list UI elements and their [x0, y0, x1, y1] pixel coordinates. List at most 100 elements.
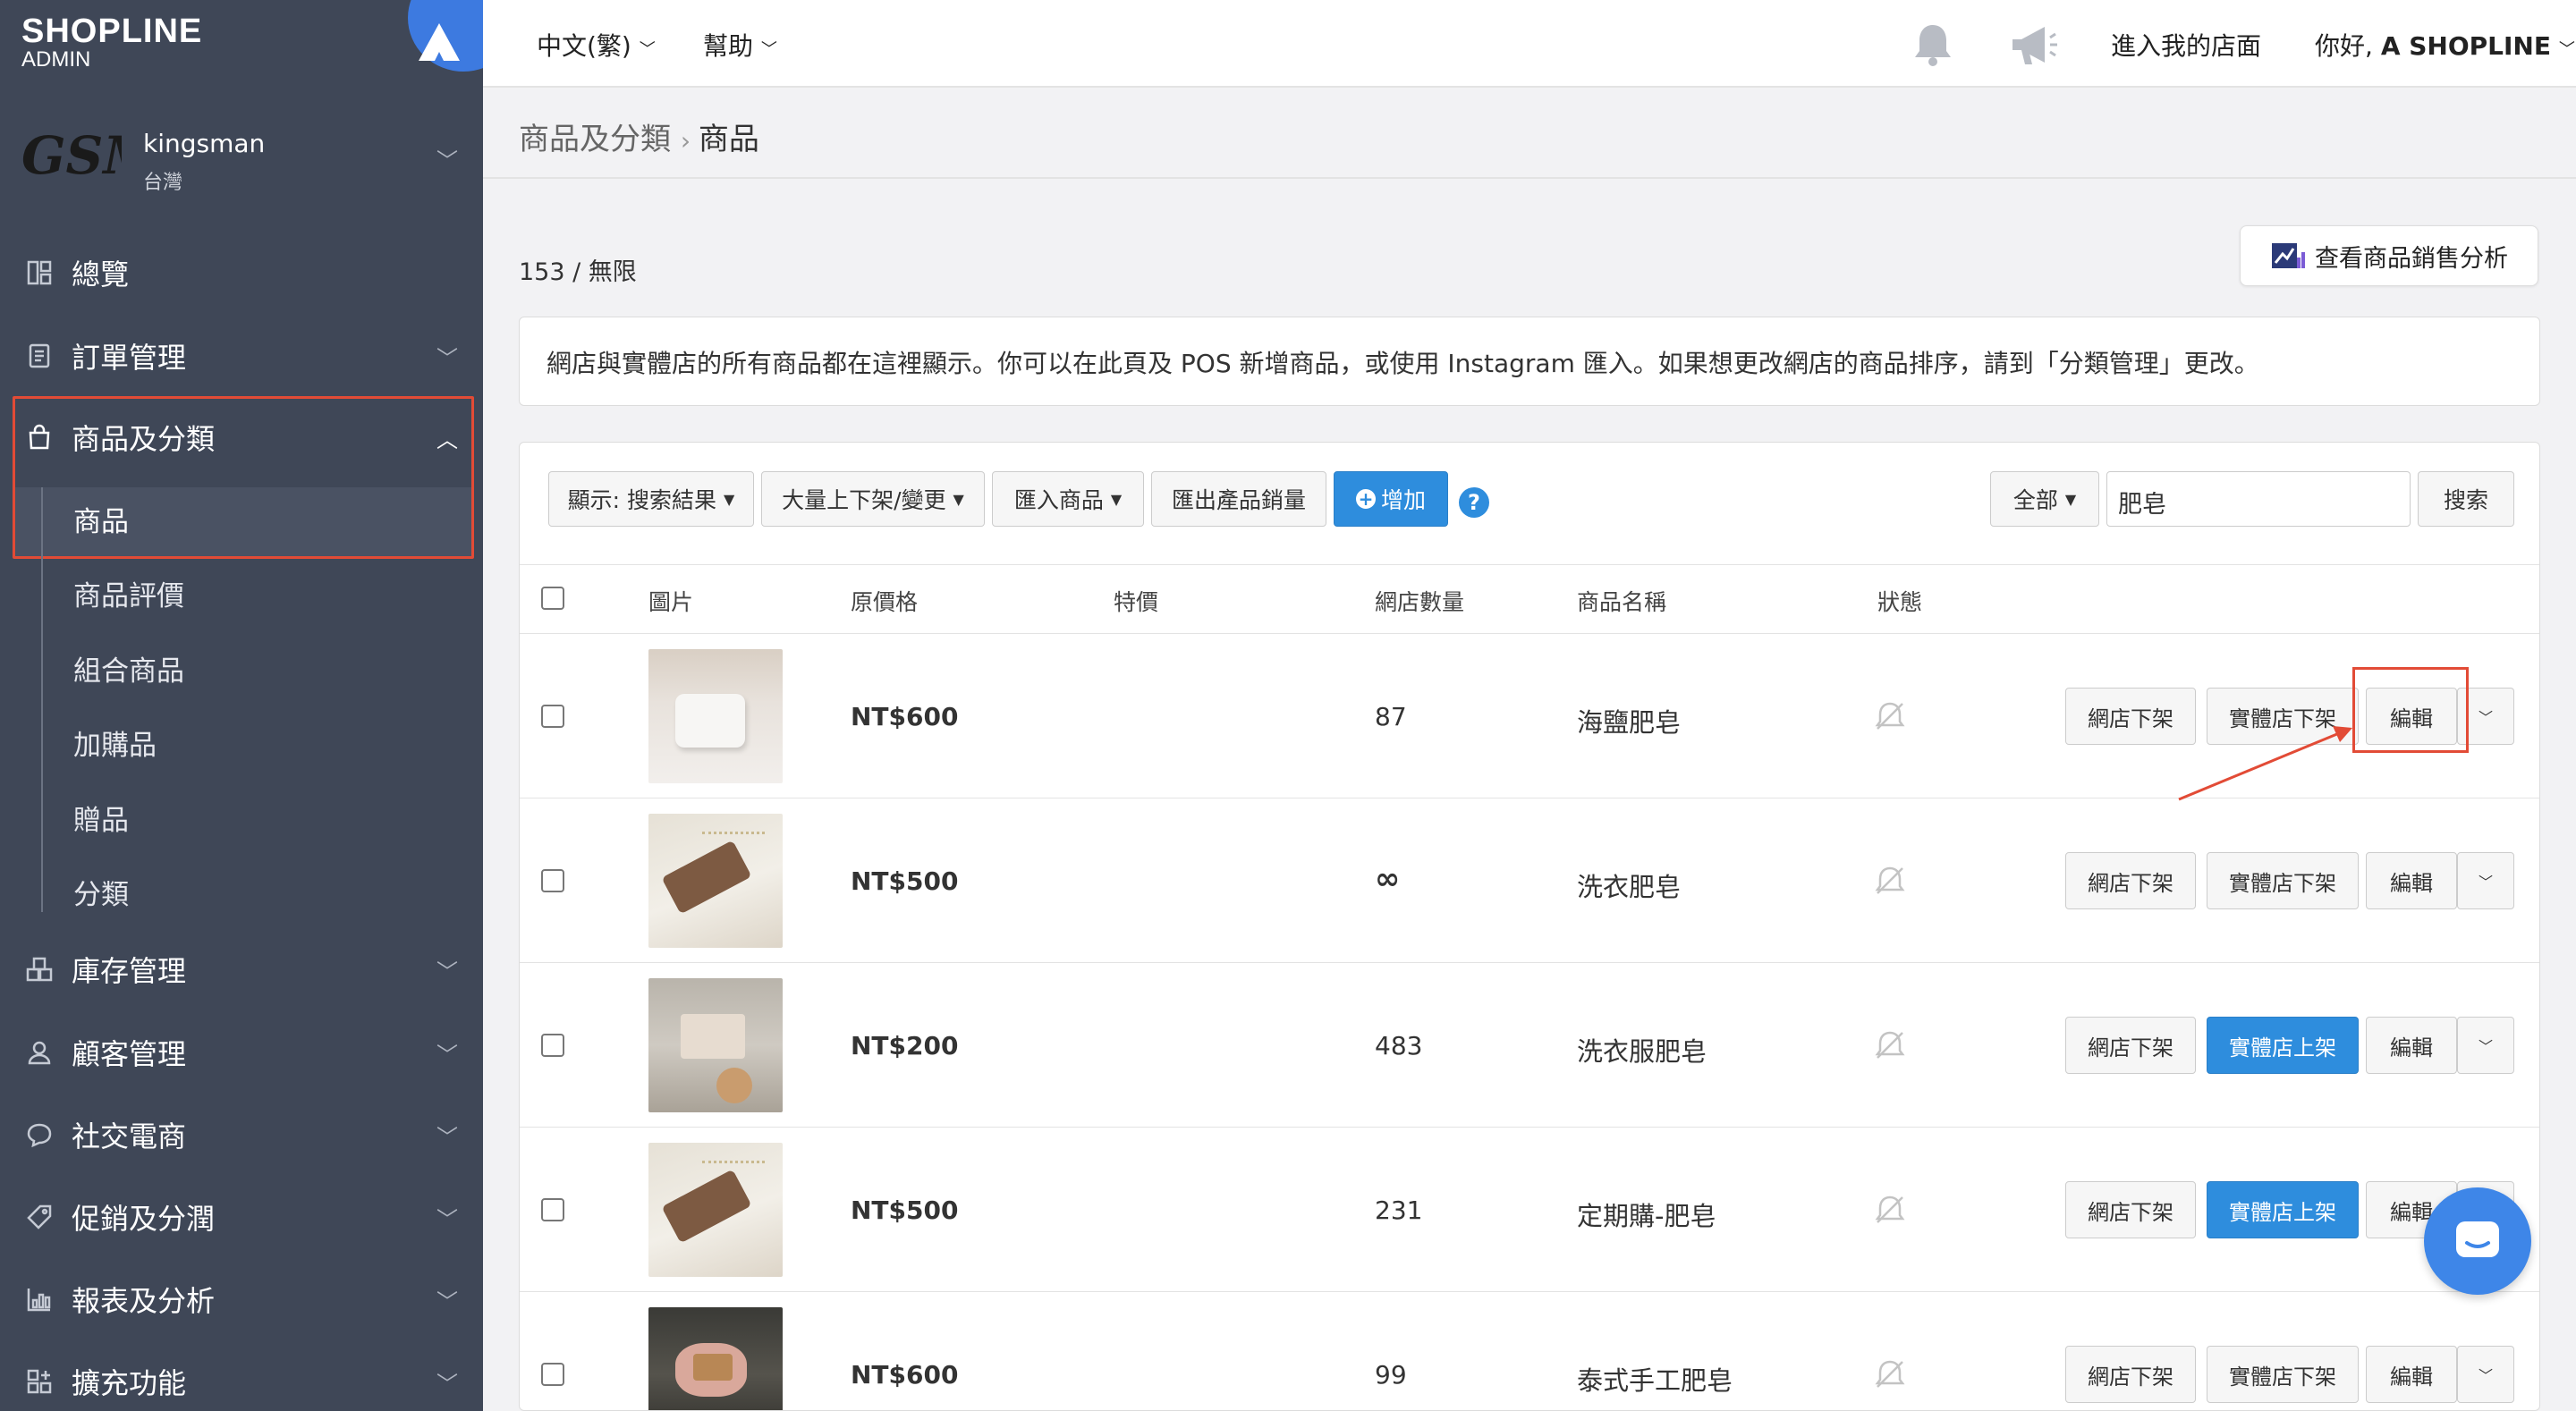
sidebar-item-customers[interactable]: 顧客管理 ﹀	[0, 1019, 483, 1086]
sidebar-item-overview[interactable]: 總覽	[0, 240, 483, 306]
analytics-chart-icon	[2272, 243, 2305, 268]
product-thumbnail[interactable]	[648, 649, 783, 783]
online-store-unlist-button[interactable]: 網店下架	[2065, 1181, 2196, 1238]
sidebar-sub-item-products[interactable]: 商品	[0, 487, 483, 550]
sidebar-item-reports[interactable]: 報表及分析 ﹀	[0, 1266, 483, 1332]
retail-store-toggle-button[interactable]: 實體店下架	[2207, 852, 2359, 909]
sidebar-sub-item-reviews[interactable]: 商品評價	[0, 562, 483, 624]
product-price: NT$500	[851, 1196, 959, 1225]
product-name[interactable]: 定期購-肥皂	[1577, 1196, 1716, 1233]
chat-icon	[2456, 1221, 2499, 1257]
add-product-button[interactable]: + 增加	[1334, 471, 1448, 527]
account-menu[interactable]: 你好, A SHOPLINE ﹀	[2315, 27, 2575, 63]
product-name[interactable]: 海鹽肥皂	[1577, 702, 1681, 739]
edit-button[interactable]: 編輯	[2366, 1017, 2457, 1074]
sidebar-item-products[interactable]: 商品及分類 ︿	[0, 404, 483, 470]
app-logo[interactable]: SHOPLINE ADMIN	[21, 13, 202, 72]
more-actions-dropdown[interactable]: ﹀	[2457, 1017, 2514, 1074]
notification-off-icon[interactable]	[1872, 698, 1908, 734]
sidebar-item-promotions[interactable]: 促銷及分潤 ﹀	[0, 1184, 483, 1250]
sidebar-item-social-commerce[interactable]: 社交電商 ﹀	[0, 1102, 483, 1168]
product-thumbnail[interactable]	[648, 1307, 783, 1410]
breadcrumb-parent[interactable]: 商品及分類	[519, 122, 671, 157]
edit-button[interactable]: 編輯	[2366, 1346, 2457, 1403]
row-checkbox[interactable]	[541, 705, 564, 728]
search-button[interactable]: 搜索	[2418, 471, 2514, 527]
online-store-unlist-button[interactable]: 網店下架	[2065, 1346, 2196, 1403]
sidebar-sub-item-bundles[interactable]: 組合商品	[0, 637, 483, 699]
product-thumbnail[interactable]	[648, 1143, 783, 1277]
sub-item-label: 加購品	[73, 729, 157, 762]
product-thumbnail[interactable]	[648, 978, 783, 1112]
notification-off-icon[interactable]	[1872, 1356, 1908, 1392]
search-scope-dropdown[interactable]: 全部 ▼	[1990, 471, 2099, 527]
column-header-sale-price[interactable]: 特價	[1114, 585, 1158, 617]
store-name[interactable]: kingsman	[143, 129, 265, 158]
shopline-mark-icon[interactable]	[417, 21, 462, 63]
column-header-name[interactable]: 商品名稱	[1577, 585, 1666, 617]
display-filter-label: 顯示: 搜索結果	[567, 487, 717, 513]
sales-analysis-button[interactable]: 查看商品銷售分析	[2240, 225, 2538, 286]
table-row[interactable]: NT$500 ∞ 洗衣肥皂 網店下架 實體店下架 編輯 ﹀	[520, 798, 2539, 963]
chevron-down-icon: ﹀	[436, 1042, 458, 1068]
chevron-down-icon: ﹀	[2478, 1367, 2493, 1384]
column-header-price[interactable]: 原價格	[851, 585, 918, 617]
bulk-action-dropdown[interactable]: 大量上下架/變更 ▼	[761, 471, 985, 527]
help-menu[interactable]: 幫助 ﹀	[703, 27, 777, 63]
sub-item-label: 組合商品	[73, 655, 184, 688]
retail-store-toggle-button[interactable]: 實體店下架	[2207, 1346, 2359, 1403]
annotation-arrow-icon	[2178, 726, 2352, 801]
chevron-down-icon: ﹀	[760, 40, 777, 59]
row-checkbox[interactable]	[541, 1034, 564, 1057]
row-checkbox[interactable]	[541, 869, 564, 892]
row-checkbox[interactable]	[541, 1363, 564, 1386]
product-name[interactable]: 泰式手工肥皂	[1577, 1360, 1733, 1398]
import-products-dropdown[interactable]: 匯入商品 ▼	[992, 471, 1144, 527]
online-store-unlist-button[interactable]: 網店下架	[2065, 1017, 2196, 1074]
sub-item-label: 商品	[73, 505, 129, 538]
help-question-icon[interactable]: ?	[1459, 487, 1489, 518]
sidebar-item-orders[interactable]: 訂單管理 ﹀	[0, 323, 483, 389]
sidebar-sub-item-gifts[interactable]: 贈品	[0, 786, 483, 849]
product-price: NT$600	[851, 702, 959, 731]
notification-off-icon[interactable]	[1872, 1192, 1908, 1228]
select-all-checkbox[interactable]	[541, 587, 564, 610]
megaphone-icon[interactable]	[2009, 23, 2059, 68]
retail-store-toggle-button[interactable]: 實體店上架	[2207, 1181, 2359, 1238]
table-row[interactable]: NT$500 231 定期購-肥皂 網店下架 實體店上架 編輯 ﹀	[520, 1128, 2539, 1292]
product-name[interactable]: 洗衣肥皂	[1577, 866, 1681, 904]
column-header-quantity[interactable]: 網店數量	[1375, 585, 1464, 617]
product-name[interactable]: 洗衣服肥皂	[1577, 1031, 1707, 1069]
online-store-unlist-button[interactable]: 網店下架	[2065, 852, 2196, 909]
chevron-down-icon: ﹀	[436, 1288, 458, 1314]
more-actions-dropdown[interactable]: ﹀	[2457, 852, 2514, 909]
chevron-down-icon: ﹀	[436, 959, 458, 984]
language-menu[interactable]: 中文(繁) ﹀	[537, 27, 656, 63]
table-row[interactable]: NT$200 483 洗衣服肥皂 網店下架 實體店上架 編輯 ﹀	[520, 963, 2539, 1128]
visit-store-link[interactable]: 進入我的店面	[2111, 27, 2261, 63]
store-chevron-down-icon[interactable]: ﹀	[436, 143, 458, 174]
bell-icon[interactable]	[1911, 21, 1955, 68]
sub-item-label: 贈品	[73, 804, 129, 837]
sales-analysis-label: 查看商品銷售分析	[2315, 244, 2508, 273]
search-input[interactable]: 肥皂	[2106, 471, 2411, 527]
sidebar-item-extensions[interactable]: 擴充功能 ﹀	[0, 1348, 483, 1411]
retail-store-toggle-button[interactable]: 實體店上架	[2207, 1017, 2359, 1074]
table-row[interactable]: NT$600 99 泰式手工肥皂 網店下架 實體店下架 編輯 ﹀	[520, 1292, 2539, 1410]
sidebar-sub-item-addons[interactable]: 加購品	[0, 711, 483, 773]
chevron-down-icon: ﹀	[436, 1371, 458, 1397]
notification-off-icon[interactable]	[1872, 1027, 1908, 1063]
product-thumbnail[interactable]	[648, 814, 783, 948]
row-checkbox[interactable]	[541, 1198, 564, 1221]
notification-off-icon[interactable]	[1872, 863, 1908, 899]
export-sales-button[interactable]: 匯出產品銷量	[1151, 471, 1326, 527]
edit-button[interactable]: 編輯	[2366, 852, 2457, 909]
sidebar-item-inventory[interactable]: 庫存管理 ﹀	[0, 936, 483, 1002]
sidebar-item-label: 商品及分類	[72, 422, 216, 456]
sidebar-sub-item-categories[interactable]: 分類	[0, 860, 483, 923]
breadcrumb-separator-icon: ›	[680, 126, 699, 156]
chat-launcher-button[interactable]	[2424, 1187, 2531, 1295]
display-filter-dropdown[interactable]: 顯示: 搜索結果 ▼	[548, 471, 754, 527]
greeting-prefix: 你好,	[2315, 31, 2373, 61]
more-actions-dropdown[interactable]: ﹀	[2457, 1346, 2514, 1403]
